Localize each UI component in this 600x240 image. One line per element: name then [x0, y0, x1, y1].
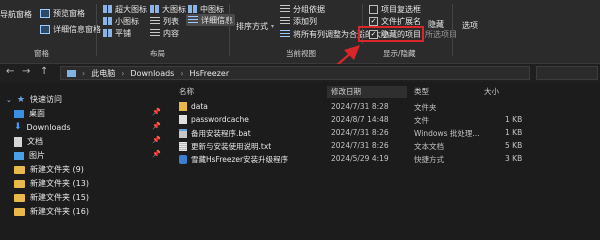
file-name: data	[191, 102, 208, 111]
file-size: 3 KB	[505, 154, 523, 163]
sidebar-item-label: 快速访问	[29, 95, 62, 104]
file-type: 文本文档	[414, 142, 444, 151]
sidebar-item-label: 新建文件夹 (13)	[30, 179, 89, 188]
desktop-icon	[14, 109, 24, 118]
file-name: 更新与安装使用说明.txt	[191, 142, 272, 151]
sidebar-item-pictures[interactable]: 图片	[14, 150, 45, 161]
column-header-date[interactable]: 修改日期	[327, 86, 407, 98]
sidebar-item-folder-15[interactable]: 新建文件夹 (15)	[14, 192, 89, 203]
file-date: 2024/7/31 8:26	[331, 128, 389, 137]
sidebar: ⌄ ★ 快速访问 桌面 📌 ⬇ Downloads 📌 文档 📌 图片 📌 新建…	[0, 86, 170, 216]
sidebar-item-quick-access[interactable]: ⌄ ★ 快速访问	[6, 94, 62, 105]
breadcrumb-separator-icon: ›	[121, 68, 125, 78]
navigation-bar: ← → ↑ › 此电脑 › Downloads › HsFreezer	[0, 64, 600, 82]
file-name: 备用安装程序.bat	[191, 129, 251, 138]
download-icon: ⬇	[14, 122, 22, 132]
star-icon: ★	[16, 94, 25, 105]
breadcrumb-this-pc[interactable]: 此电脑	[91, 68, 115, 79]
file-date: 2024/7/31 8:26	[331, 141, 389, 150]
document-icon	[14, 136, 22, 147]
file-type: 文件	[414, 116, 429, 125]
column-header-name[interactable]: 名称	[175, 86, 325, 98]
expand-chevron-icon: ⌄	[6, 95, 12, 104]
folder-icon	[14, 179, 25, 188]
pin-icon: 📌	[152, 150, 161, 158]
sidebar-item-label: 文档	[27, 137, 43, 146]
sidebar-item-downloads[interactable]: ⬇ Downloads	[14, 122, 70, 132]
file-name-cell: 备用安装程序.bat	[179, 128, 251, 139]
file-size: 1 KB	[505, 128, 523, 137]
table-row[interactable]: 雪藏HsFreezer安装升级程序 2024/5/29 4:19 快捷方式 3 …	[175, 153, 600, 165]
file-type: 快捷方式	[414, 155, 444, 164]
file-name-cell: passwordcache	[179, 115, 249, 124]
breadcrumb-separator-icon: ›	[180, 68, 184, 78]
pin-icon: 📌	[152, 122, 161, 130]
file-name-cell: 雪藏HsFreezer安装升级程序	[179, 154, 288, 165]
table-row[interactable]: 更新与安装使用说明.txt 2024/7/31 8:26 文本文档 5 KB	[175, 140, 600, 152]
sidebar-item-label: 图片	[29, 151, 45, 160]
sidebar-item-desktop[interactable]: 桌面	[14, 108, 45, 119]
file-size: 5 KB	[505, 141, 523, 150]
breadcrumb-separator-icon: ›	[82, 68, 86, 78]
folder-icon	[14, 165, 25, 174]
sidebar-item-label: Downloads	[26, 122, 71, 132]
breadcrumb-hsfreezer[interactable]: HsFreezer	[190, 69, 230, 78]
forward-arrow-icon[interactable]: →	[22, 66, 30, 77]
file-name-cell: data	[179, 102, 208, 111]
table-row[interactable]: data 2024/7/31 8:28 文件夹	[175, 101, 600, 113]
sidebar-item-label: 新建文件夹 (16)	[30, 207, 89, 216]
pin-icon: 📌	[152, 108, 161, 116]
table-row[interactable]: passwordcache 2024/8/7 14:48 文件 1 KB	[175, 114, 600, 126]
file-list: 名称 修改日期 类型 大小 data 2024/7/31 8:28 文件夹 pa…	[175, 86, 600, 216]
computer-icon	[67, 69, 76, 77]
sidebar-item-folder-16[interactable]: 新建文件夹 (16)	[14, 206, 89, 217]
sidebar-item-folder-13[interactable]: 新建文件夹 (13)	[14, 178, 89, 189]
column-header-type[interactable]: 类型	[410, 86, 480, 98]
file-date: 2024/5/29 4:19	[331, 154, 389, 163]
folder-icon	[14, 207, 25, 216]
file-type: 文件夹	[414, 103, 437, 112]
column-header-size[interactable]: 大小	[480, 86, 530, 98]
file-icon	[179, 115, 187, 124]
pin-icon: 📌	[152, 136, 161, 144]
file-date: 2024/7/31 8:28	[331, 102, 389, 111]
shortcut-icon	[179, 155, 187, 164]
sidebar-item-folder-9[interactable]: 新建文件夹 (9)	[14, 164, 84, 175]
file-name: 雪藏HsFreezer安装升级程序	[191, 155, 289, 164]
file-name: passwordcache	[191, 115, 249, 124]
up-arrow-icon[interactable]: ↑	[40, 66, 48, 77]
sidebar-item-label: 新建文件夹 (9)	[30, 165, 84, 174]
sidebar-item-label: 新建文件夹 (15)	[30, 193, 89, 202]
file-type: Windows 批处理...	[414, 129, 480, 138]
back-arrow-icon[interactable]: ←	[6, 66, 14, 77]
breadcrumb-downloads[interactable]: Downloads	[130, 69, 174, 78]
txt-icon	[179, 142, 187, 151]
folder-icon	[14, 193, 25, 202]
file-size: 1 KB	[505, 115, 523, 124]
sidebar-item-documents[interactable]: 文档	[14, 136, 43, 147]
folder-icon	[179, 102, 187, 111]
file-name-cell: 更新与安装使用说明.txt	[179, 141, 271, 152]
sidebar-item-label: 桌面	[29, 109, 45, 118]
address-bar[interactable]: › 此电脑 › Downloads › HsFreezer	[60, 66, 530, 80]
table-row[interactable]: 备用安装程序.bat 2024/7/31 8:26 Windows 批处理...…	[175, 127, 600, 139]
bat-icon	[179, 129, 187, 138]
search-input[interactable]	[536, 66, 598, 80]
file-date: 2024/8/7 14:48	[331, 115, 389, 124]
picture-icon	[14, 151, 24, 160]
